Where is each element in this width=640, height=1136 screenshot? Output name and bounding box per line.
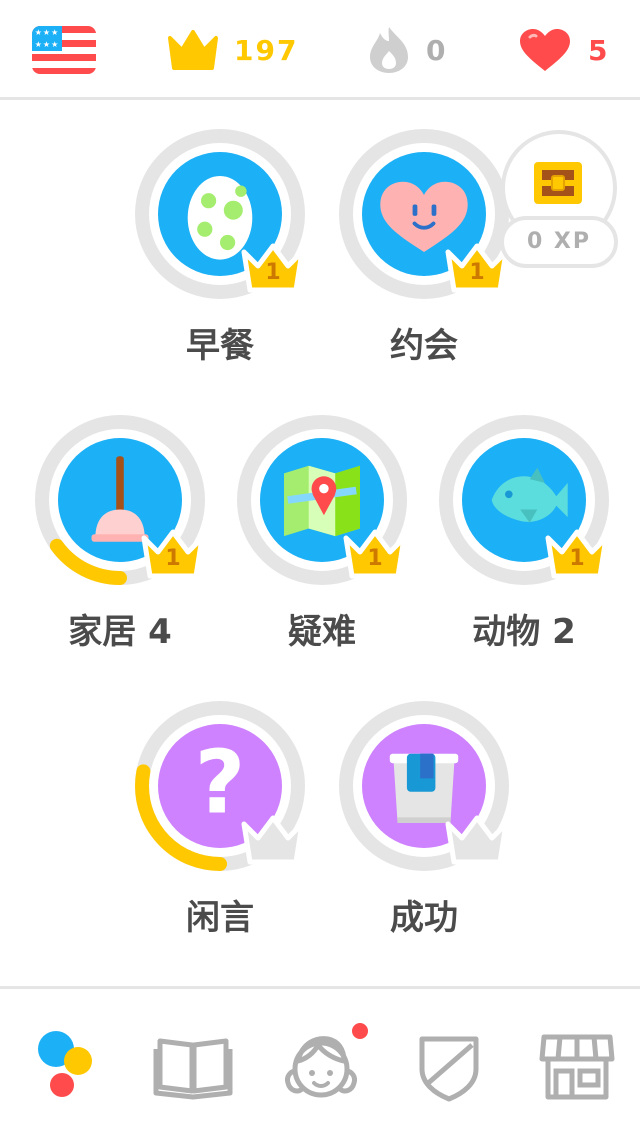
skill-label: 动物 2 xyxy=(472,612,576,652)
learn-tab[interactable] xyxy=(26,1019,116,1109)
crown-level-badge xyxy=(238,810,308,868)
notification-dot xyxy=(352,1023,368,1039)
crowns-value: 197 xyxy=(234,33,299,67)
shop-icon xyxy=(539,1034,615,1100)
xp-label: 0 XP xyxy=(500,216,618,268)
xp-chest[interactable]: 0 XP xyxy=(500,130,618,270)
hearts-value: 5 xyxy=(588,33,610,67)
stories-tab[interactable] xyxy=(148,1019,238,1109)
crown-level-badge: 1 xyxy=(238,238,308,296)
crown-level-value: 1 xyxy=(265,260,281,285)
crown-icon xyxy=(241,815,305,865)
crown-icon xyxy=(445,815,509,865)
streak-value: 0 xyxy=(426,33,448,67)
crown-icon xyxy=(168,30,218,70)
crown-level-value: 1 xyxy=(165,546,181,571)
crown-level-value: 1 xyxy=(569,546,585,571)
profile-tab[interactable] xyxy=(276,1019,368,1109)
skill-label: 成功 xyxy=(390,898,458,938)
crown-level-badge: 1 xyxy=(340,524,410,582)
crown-level-badge: 1 xyxy=(138,524,208,582)
shop-tab[interactable] xyxy=(532,1019,622,1109)
skill-node[interactable]: 1 疑难 xyxy=(234,412,410,662)
crown-level-badge: 1 xyxy=(542,524,612,582)
crown-level-badge xyxy=(442,810,512,868)
streak-counter[interactable]: 0 xyxy=(368,24,447,76)
skill-node[interactable]: ? 闲言 xyxy=(132,698,308,948)
hearts-counter[interactable]: 5 xyxy=(518,24,609,76)
skill-label: 约会 xyxy=(390,326,458,366)
skill-node[interactable]: 1 家居 4 xyxy=(32,412,208,662)
heart-icon xyxy=(520,29,570,71)
top-stats-bar: ★★★ ★★★ 197 0 5 xyxy=(0,0,640,100)
crown-level-value: 1 xyxy=(367,546,383,571)
skill-node[interactable]: 1 约会 xyxy=(336,126,512,376)
us-flag-icon[interactable]: ★★★ ★★★ xyxy=(32,26,96,74)
skill-node[interactable]: 成功 xyxy=(336,698,512,948)
treasure-chest-icon xyxy=(534,162,582,204)
skill-node[interactable]: 1 动物 2 xyxy=(436,412,612,662)
flag-canton: ★★★ ★★★ xyxy=(32,26,62,51)
skill-node[interactable]: 1 早餐 xyxy=(132,126,308,376)
leagues-tab[interactable] xyxy=(404,1019,494,1109)
shield-icon xyxy=(419,1036,479,1102)
flame-icon xyxy=(370,27,408,73)
crowns-counter[interactable]: 197 xyxy=(166,24,298,76)
learn-dots-icon xyxy=(38,1031,92,1097)
bottom-nav xyxy=(0,986,640,1136)
book-icon xyxy=(153,1038,233,1100)
